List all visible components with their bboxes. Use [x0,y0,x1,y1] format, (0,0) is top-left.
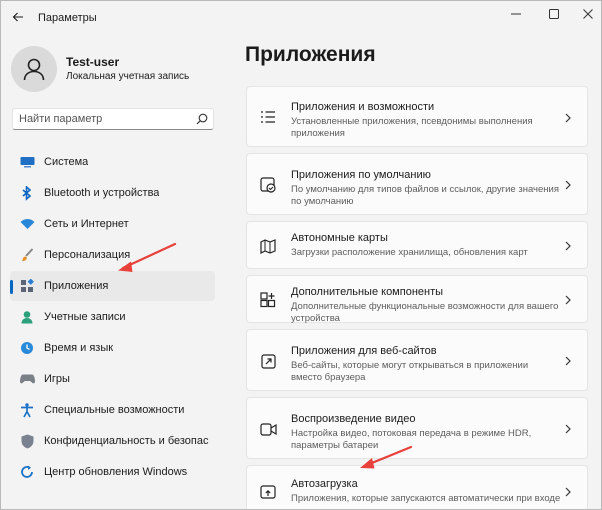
update-icon [19,464,35,480]
maximize-icon [549,9,559,19]
card-default-apps[interactable]: Приложения по умолчанию По умолчанию для… [246,153,588,215]
sidebar-item-gaming[interactable]: Игры [10,364,215,394]
close-icon [583,9,593,19]
open-external-icon [259,352,277,370]
map-icon [259,237,277,255]
sidebar-item-label: Центр обновления Windows [44,466,188,478]
sidebar-item-label: Время и язык [44,342,114,354]
sidebar-item-label: Приложения [44,280,109,292]
accessibility-icon [19,402,35,418]
wifi-icon [19,216,35,232]
chevron-right-icon [563,485,573,499]
sidebar-item-windows-update[interactable]: Центр обновления Windows [10,457,215,487]
sidebar-item-system[interactable]: Система [10,147,215,177]
card-offline-maps[interactable]: Автономные карты Загрузки расположение х… [246,221,588,269]
sidebar-item-bluetooth[interactable]: Bluetooth и устройства [10,178,215,208]
globe-clock-icon [19,340,35,356]
card-title: Воспроизведение видео [291,413,416,425]
sidebar-item-label: Конфиденциальность и безопас [44,435,209,447]
card-apps-features[interactable]: Приложения и возможности Установленные п… [246,86,588,147]
maximize-button[interactable] [539,3,569,25]
card-title: Автономные карты [291,232,388,244]
chevron-right-icon [563,111,573,125]
gamepad-icon [19,371,35,387]
profile-account-type: Локальная учетная запись [66,71,190,82]
minimize-button[interactable] [501,3,531,25]
sidebar-item-label: Игры [44,373,70,385]
minimize-icon [511,13,521,15]
video-icon [259,420,277,438]
search-box[interactable] [12,108,214,130]
sidebar-item-personalization[interactable]: Персонализация [10,240,215,270]
card-video-playback[interactable]: Воспроизведение видео Настройка видео, п… [246,397,588,459]
back-arrow-icon [12,12,23,22]
card-title: Приложения и возможности [291,101,435,113]
card-startup[interactable]: Автозагрузка Приложения, которые запуска… [246,465,588,509]
monitor-icon [19,154,35,170]
chevron-right-icon [563,293,573,307]
sidebar-item-label: Персонализация [44,249,131,261]
user-icon [23,58,45,81]
chevron-right-icon [563,354,573,368]
page-title: Приложения [245,43,376,66]
card-description: Настройка видео, потоковая передача в ре… [291,428,532,451]
bluetooth-icon [19,185,35,201]
sidebar-item-accounts[interactable]: Учетные записи [10,302,215,332]
card-title: Автозагрузка [291,478,358,490]
chevron-right-icon [563,178,573,192]
sidebar-item-label: Сеть и Интернет [44,218,129,230]
brush-icon [19,247,35,263]
settings-window: Параметры Test-user Локальная учетная за… [0,0,602,510]
avatar[interactable] [11,46,57,92]
card-title: Приложения по умолчанию [291,169,431,181]
search-input[interactable] [19,111,189,127]
chevron-right-icon [563,239,573,253]
sidebar-item-label: Специальные возможности [44,404,185,416]
sidebar-item-apps[interactable]: Приложения [10,271,215,301]
apps-icon [19,278,35,294]
chevron-right-icon [563,422,573,436]
sidebar-item-privacy[interactable]: Конфиденциальность и безопас [10,426,215,456]
card-description: Загрузки расположение хранилища, обновле… [291,247,528,258]
settings-cards: Приложения и возможности Установленные п… [246,86,588,509]
sidebar-item-accessibility[interactable]: Специальные возможности [10,395,215,425]
card-description: Веб-сайты, которые могут открываться в п… [291,360,529,383]
card-apps-for-websites[interactable]: Приложения для веб-сайтов Веб-сайты, кот… [246,329,588,391]
list-icon [259,108,277,126]
sidebar-item-time-language[interactable]: Время и язык [10,333,215,363]
close-button[interactable] [573,3,601,25]
add-components-icon [259,291,277,309]
sidebar-item-label: Bluetooth и устройства [44,187,160,199]
person-icon [19,309,35,325]
card-description: По умолчанию для типов файлов и ссылок, … [291,184,559,207]
profile-name: Test-user [66,55,120,69]
search-icon[interactable] [196,113,208,125]
default-apps-icon [259,176,277,194]
shield-icon [19,433,35,449]
card-title: Приложения для веб-сайтов [291,345,437,357]
card-optional-features[interactable]: Дополнительные компоненты Дополнительные… [246,275,588,324]
title-bar: Параметры [1,1,601,35]
sidebar-item-network[interactable]: Сеть и Интернет [10,209,215,239]
card-description: Приложения, которые запускаются автомати… [291,493,561,504]
sidebar-item-label: Учетные записи [44,311,126,323]
sidebar-item-label: Система [44,156,89,168]
card-description: Дополнительные функциональные возможност… [291,301,559,324]
back-button[interactable] [8,7,28,27]
card-description: Установленные приложения, псевдонимы вып… [291,116,533,139]
window-title: Параметры [38,12,97,24]
sidebar-nav: Система Bluetooth и устройства Сеть и Ин… [10,147,215,488]
card-title: Дополнительные компоненты [291,286,444,298]
startup-icon [259,483,277,501]
